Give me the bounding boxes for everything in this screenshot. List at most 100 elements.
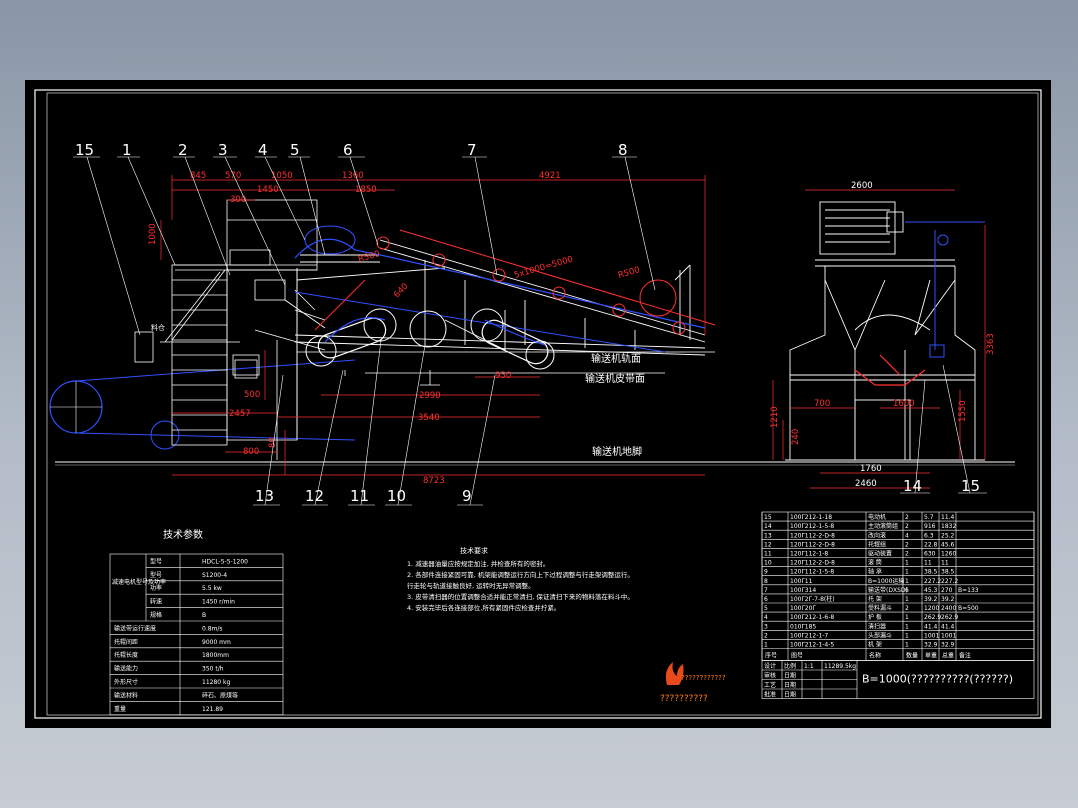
dim: 1000 xyxy=(148,223,158,245)
title-block-cell: 日期 xyxy=(784,672,796,680)
dim: 2457 xyxy=(229,409,251,419)
bom-cell: 100Γ20Γ xyxy=(790,605,816,612)
dim: 950 xyxy=(495,371,511,381)
bom-cell: 11 xyxy=(941,560,949,567)
bom-cell: 9 xyxy=(764,569,768,576)
dim: 1600 xyxy=(893,399,915,409)
bom-cell: 1 xyxy=(905,569,909,576)
balloon-12: 12 xyxy=(305,487,324,505)
dim: 1210 xyxy=(770,406,780,428)
outer-frame xyxy=(34,89,1042,719)
bom-cell: 25.2 xyxy=(941,532,955,539)
bom-cell: 630 xyxy=(924,551,936,558)
dim: 1850 xyxy=(355,185,377,195)
balloon-7: 7 xyxy=(467,141,477,159)
bom-cell: 45.3 xyxy=(924,587,938,594)
bom-cell: 5 xyxy=(764,605,768,612)
tech-param-label: 输送带运行速度 xyxy=(114,624,156,632)
bom-header-cell: 序号 xyxy=(765,652,777,660)
bom-cell: 2 xyxy=(905,514,909,521)
tech-param-value: 11280 kg xyxy=(202,679,230,686)
bom-cell: 2 xyxy=(764,632,768,639)
bom-cell: 清扫器 xyxy=(868,622,886,630)
bom-cell: 2 xyxy=(905,523,909,530)
tech-param-label: 型号 xyxy=(150,571,162,579)
label-guide: 输送机轨面 xyxy=(591,352,641,365)
bom-cell: 1 xyxy=(905,632,909,639)
logo-text: ???????????? xyxy=(681,674,726,682)
bom-cell: 1 xyxy=(905,578,909,585)
bom-cell: B=500 xyxy=(958,605,979,612)
title-block-cell: 设计 xyxy=(764,662,776,670)
dim: 3540 xyxy=(418,413,440,423)
balloon-13: 13 xyxy=(255,487,274,505)
bom-cell: 轴 承 xyxy=(868,568,882,576)
bom-cell: 262.9 xyxy=(941,614,958,621)
tech-req-title: 技术要求 xyxy=(460,546,488,555)
tech-param-value: 5.5 kw xyxy=(202,585,222,592)
dim: R500 xyxy=(617,265,641,281)
bom-cell: 916 xyxy=(924,523,936,530)
balloon-15: 15 xyxy=(75,141,94,159)
tech-param-label: 规格 xyxy=(150,611,162,619)
bom-cell: 受料漏斗 xyxy=(868,604,892,612)
dim: 1760 xyxy=(860,464,882,474)
dim: 3363 xyxy=(986,333,996,355)
logo-caption: ?????????? xyxy=(660,694,708,704)
title-block-cell: 比例 xyxy=(784,662,796,670)
label-belt: 输送机皮带面 xyxy=(585,372,645,385)
front-dimensions: 845 570 1050 1360 4921 1450 1850 300 100… xyxy=(148,171,641,486)
balloon-14: 14 xyxy=(903,477,922,495)
bom-cell: 262.9 xyxy=(924,614,941,621)
bom-header-cell: 备注 xyxy=(959,652,971,660)
bom-cell: 头部漏斗 xyxy=(868,631,892,639)
balloon-9: 9 xyxy=(462,487,472,505)
title-block-cell: 日期 xyxy=(784,691,796,699)
bom-cell: 1001 xyxy=(941,632,956,639)
bom-cell: 11.4 xyxy=(941,514,955,521)
bom-cell: 滚 筒 xyxy=(868,559,882,567)
bom-cell: 120Γ112-2-D-8 xyxy=(790,541,835,548)
tech-param-value: S1200-4 xyxy=(202,572,227,579)
dim: 640 xyxy=(392,282,411,301)
bom-cell: 32.9 xyxy=(941,642,955,649)
cad-drawing: 输送机轨面 输送机皮带面 输送机地脚 料仓 845 570 1050 1360 xyxy=(34,89,1042,719)
bom-cell: 12 xyxy=(764,541,772,548)
bom-cell: 39.2 xyxy=(941,596,955,603)
bom-cell: 120Γ112-2-D-8 xyxy=(790,560,835,567)
bom-cell: 100Γ212-1-7 xyxy=(790,632,828,639)
bom-header-cell: 单重 xyxy=(925,652,937,660)
bom-cell: 5.7 xyxy=(924,514,934,521)
bom-cell: 1 xyxy=(905,623,909,630)
tech-param-label: 重量 xyxy=(114,705,126,713)
dim: 4921 xyxy=(539,171,561,181)
bom-cell: 41.4 xyxy=(941,623,955,630)
bom-cell: 120Γ112-1-5-8 xyxy=(790,569,834,576)
logo: ???????????? ?????????? xyxy=(660,662,726,704)
title-block-cell: 日期 xyxy=(784,681,796,689)
tech-param-label: 托辊间距 xyxy=(114,638,138,646)
bom-cell: 120Γ112-2-D-8 xyxy=(790,532,835,539)
bom-cell: 45.6 xyxy=(941,541,955,548)
tech-param-value: HDCL-5-5-1200 xyxy=(202,558,248,565)
bom-cell: 38.5 xyxy=(924,569,938,576)
bom-cell: 227.2 xyxy=(924,578,941,585)
bom-cell: 1 xyxy=(905,642,909,649)
bom-cell: 39.2 xyxy=(924,596,938,603)
bom-cell: 6 xyxy=(905,587,909,594)
tech-req-line: 2. 各部件连接紧固可靠, 机架能调整运行方向上下过程调整与行走架调整运行。 xyxy=(407,570,634,579)
label-small: 料仓 xyxy=(151,323,165,332)
tech-param-value: 1450 r/min xyxy=(202,599,235,606)
drawing-name: B=1000(??????????(??????) xyxy=(862,673,1013,686)
balloon-11: 11 xyxy=(350,487,369,505)
dim: 5x1000=5000 xyxy=(513,255,574,281)
title-block-cell: 1:1 xyxy=(804,663,814,670)
bom-cell: B=1000运输 xyxy=(868,577,904,585)
tech-param-value: 350 t/h xyxy=(202,666,224,673)
bom-cell: 13 xyxy=(764,532,772,539)
balloon-4: 4 xyxy=(258,141,268,159)
bom-cell: 1832 xyxy=(941,523,956,530)
bom-cell: 4 xyxy=(905,532,909,539)
dim: 500 xyxy=(244,390,260,400)
bom-cell: 8 xyxy=(764,578,768,585)
